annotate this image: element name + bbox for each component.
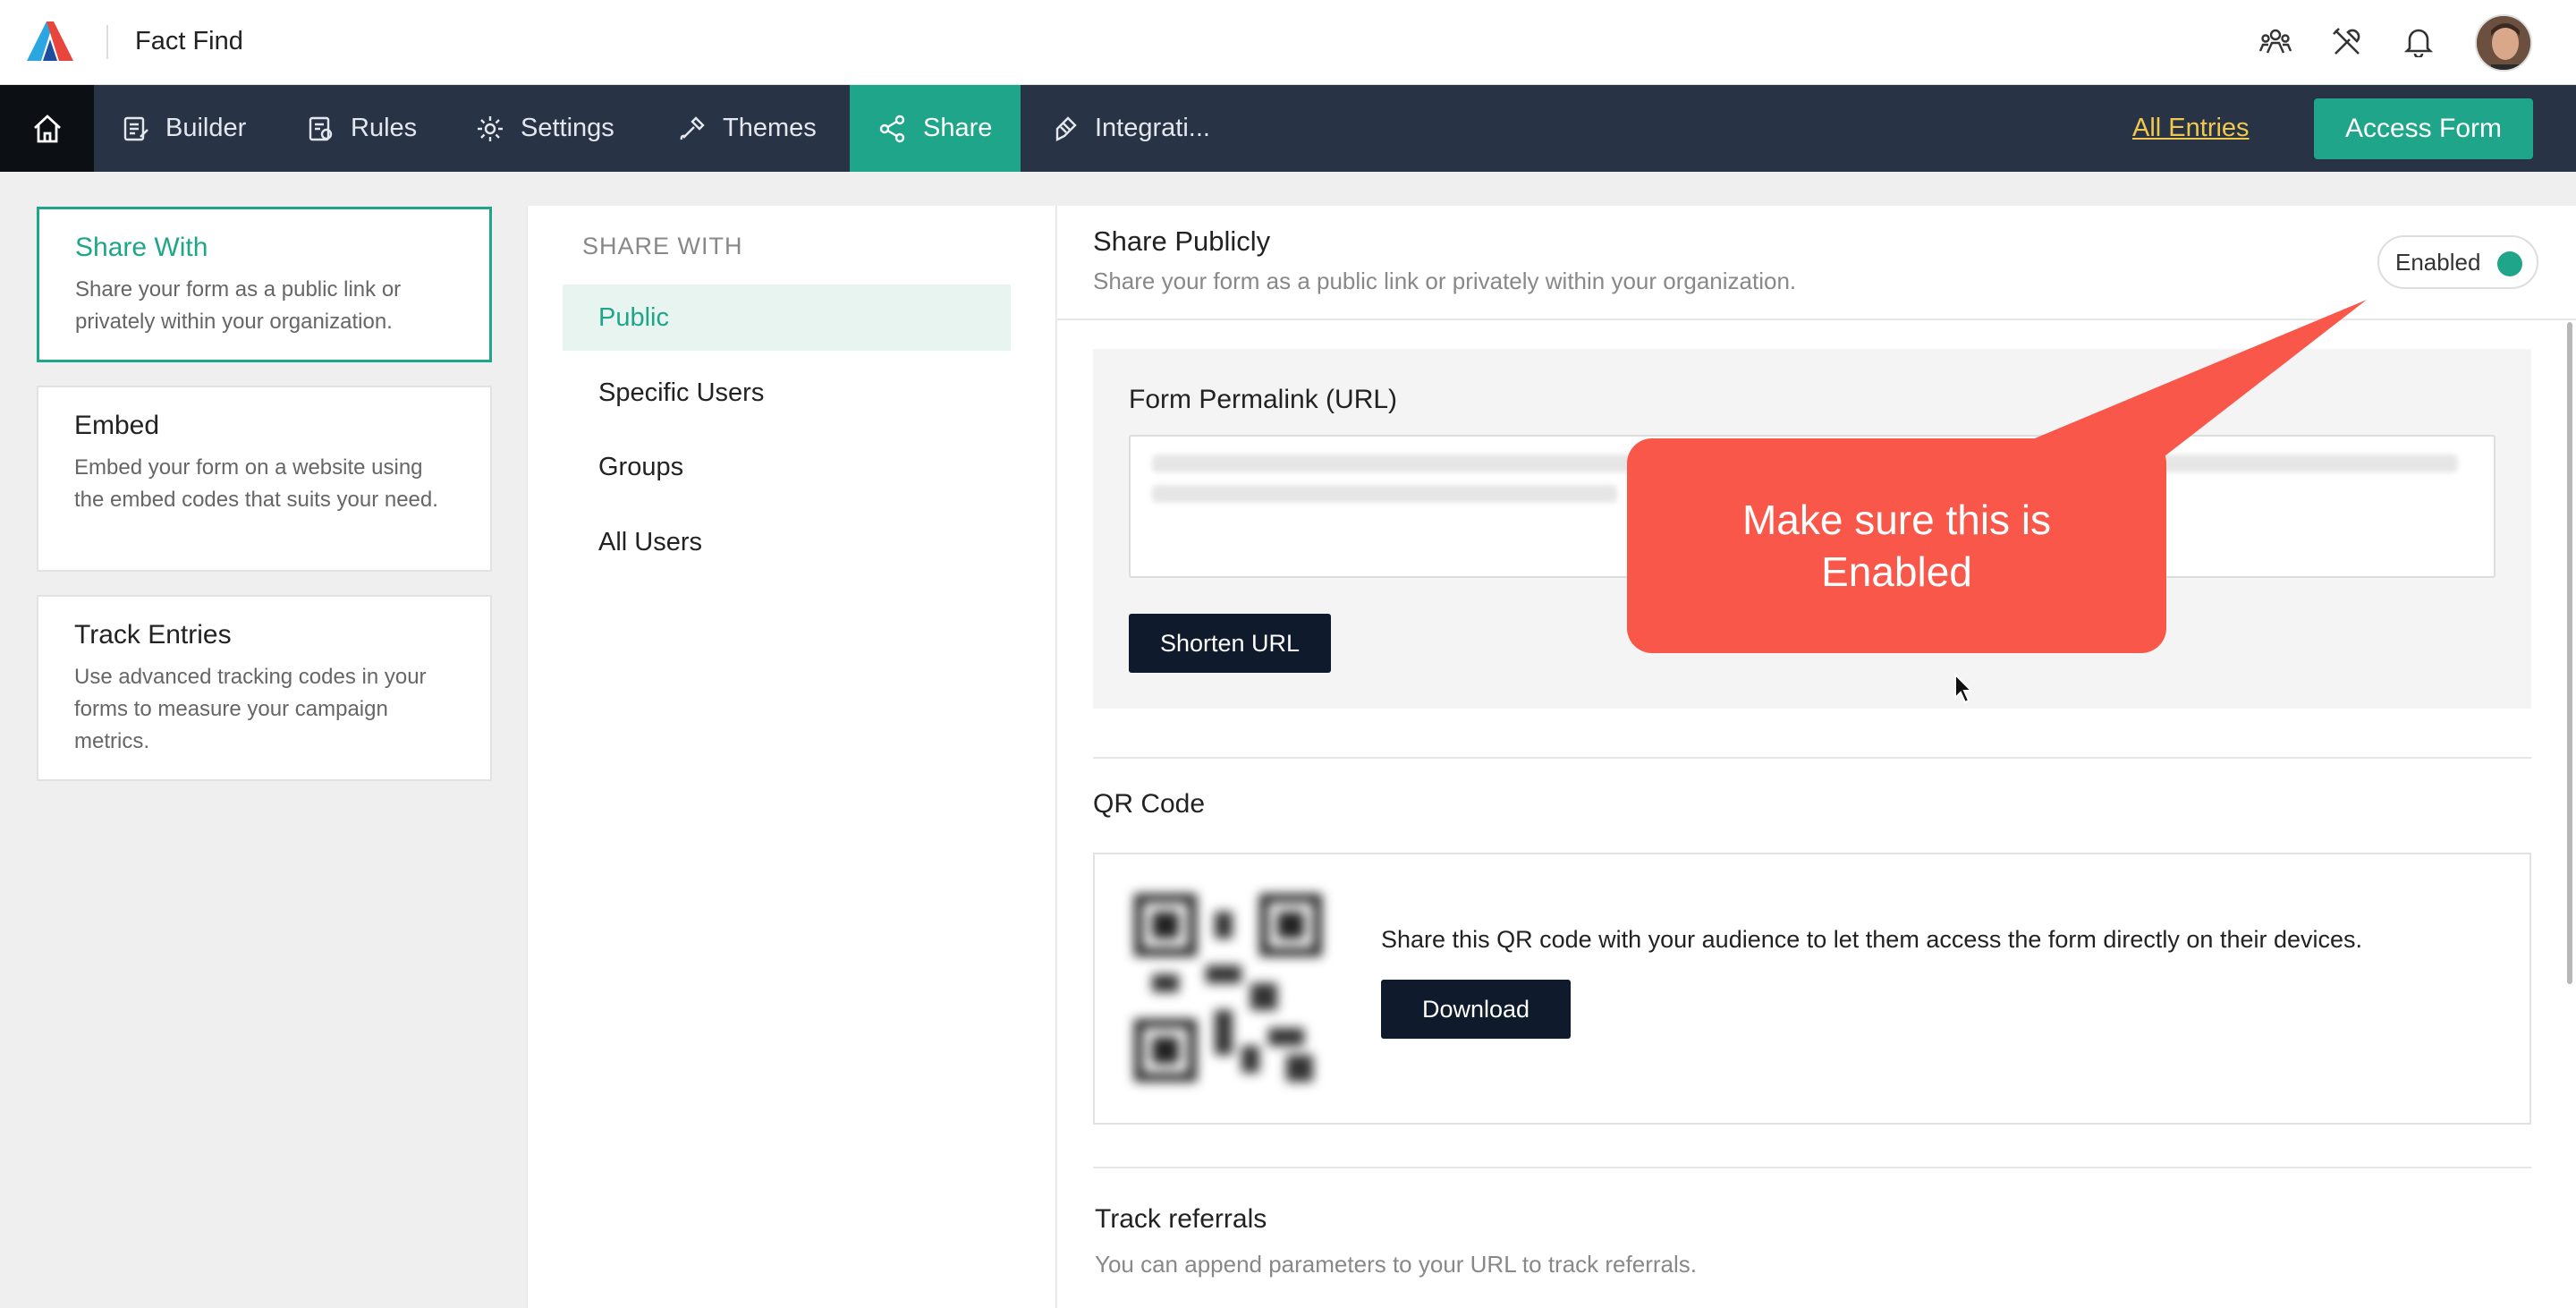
callout-annotation: Make sure this is Enabled [1627,438,2166,653]
shorten-url-button[interactable]: Shorten URL [1129,614,1331,673]
tab-integrations[interactable]: Integrati... [1021,85,1239,172]
home-icon [33,114,61,142]
page-subtitle: Share your form as a public link or priv… [1093,268,1797,294]
brush-icon [680,115,705,140]
bell-icon[interactable] [2400,23,2437,61]
qr-code-image [1134,894,1322,1082]
share-with-panel: SHARE WITH Public Specific Users Groups … [527,206,1056,1308]
sidebar-item-track-entries[interactable]: Track Entries Use advanced tracking code… [37,595,492,781]
share-option-public[interactable]: Public [563,285,1011,351]
qr-code-title: QR Code [1093,789,1206,819]
avatar[interactable] [2475,14,2532,72]
enabled-toggle[interactable]: Enabled [2377,235,2538,289]
app-title: Fact Find [135,27,243,55]
team-icon[interactable] [2257,23,2294,61]
share-option-groups[interactable]: Groups [563,434,1011,500]
scrollbar[interactable] [2567,322,2572,984]
share-icon [879,115,905,142]
track-referrals-subtitle: You can append parameters to your URL to… [1095,1251,1697,1278]
track-referrals-title: Track referrals [1095,1204,1267,1234]
page-title: Share Publicly [1093,225,1271,257]
share-option-all-users[interactable]: All Users [563,509,1011,575]
share-with-heading: SHARE WITH [582,233,743,259]
top-bar: Fact Find [0,0,2576,85]
share-details-panel: Share Publicly Share your form as a publ… [1057,206,2576,1308]
main-nav: Builder Rules Settings Themes Share Inte… [0,85,2576,172]
permalink-label: Form Permalink (URL) [1129,385,1398,414]
toggle-knob [2497,251,2522,276]
mouse-cursor-icon [1954,673,1974,704]
header-divider [1057,319,2576,320]
tools-icon[interactable] [2328,23,2366,61]
qr-code-description: Share this QR code with your audience to… [1381,926,2363,953]
sidebar-item-embed[interactable]: Embed Embed your form on a website using… [37,386,492,572]
qr-code-section: Share this QR code with your audience to… [1093,853,2531,1125]
share-option-specific-users[interactable]: Specific Users [563,360,1011,426]
app-logo[interactable] [27,21,73,61]
section-divider [1093,757,2531,759]
tab-settings[interactable]: Settings [447,85,643,172]
sidebar-item-share-with[interactable]: Share With Share your form as a public l… [37,207,492,362]
home-button[interactable] [0,85,94,172]
section-divider [1093,1167,2531,1168]
builder-icon [123,116,148,140]
logo-divider [106,25,108,59]
all-entries-link[interactable]: All Entries [2132,114,2250,143]
tab-share[interactable]: Share [850,85,1021,172]
url-text-blurred [1152,485,1617,503]
tab-builder[interactable]: Builder [94,85,275,172]
gear-icon [478,115,503,141]
access-form-button[interactable]: Access Form [2314,98,2533,159]
download-qr-button[interactable]: Download [1381,980,1571,1039]
tab-rules[interactable]: Rules [279,85,445,172]
toggle-label: Enabled [2395,248,2481,276]
plug-icon [1055,115,1077,141]
tab-themes[interactable]: Themes [649,85,845,172]
rules-icon [309,116,333,140]
